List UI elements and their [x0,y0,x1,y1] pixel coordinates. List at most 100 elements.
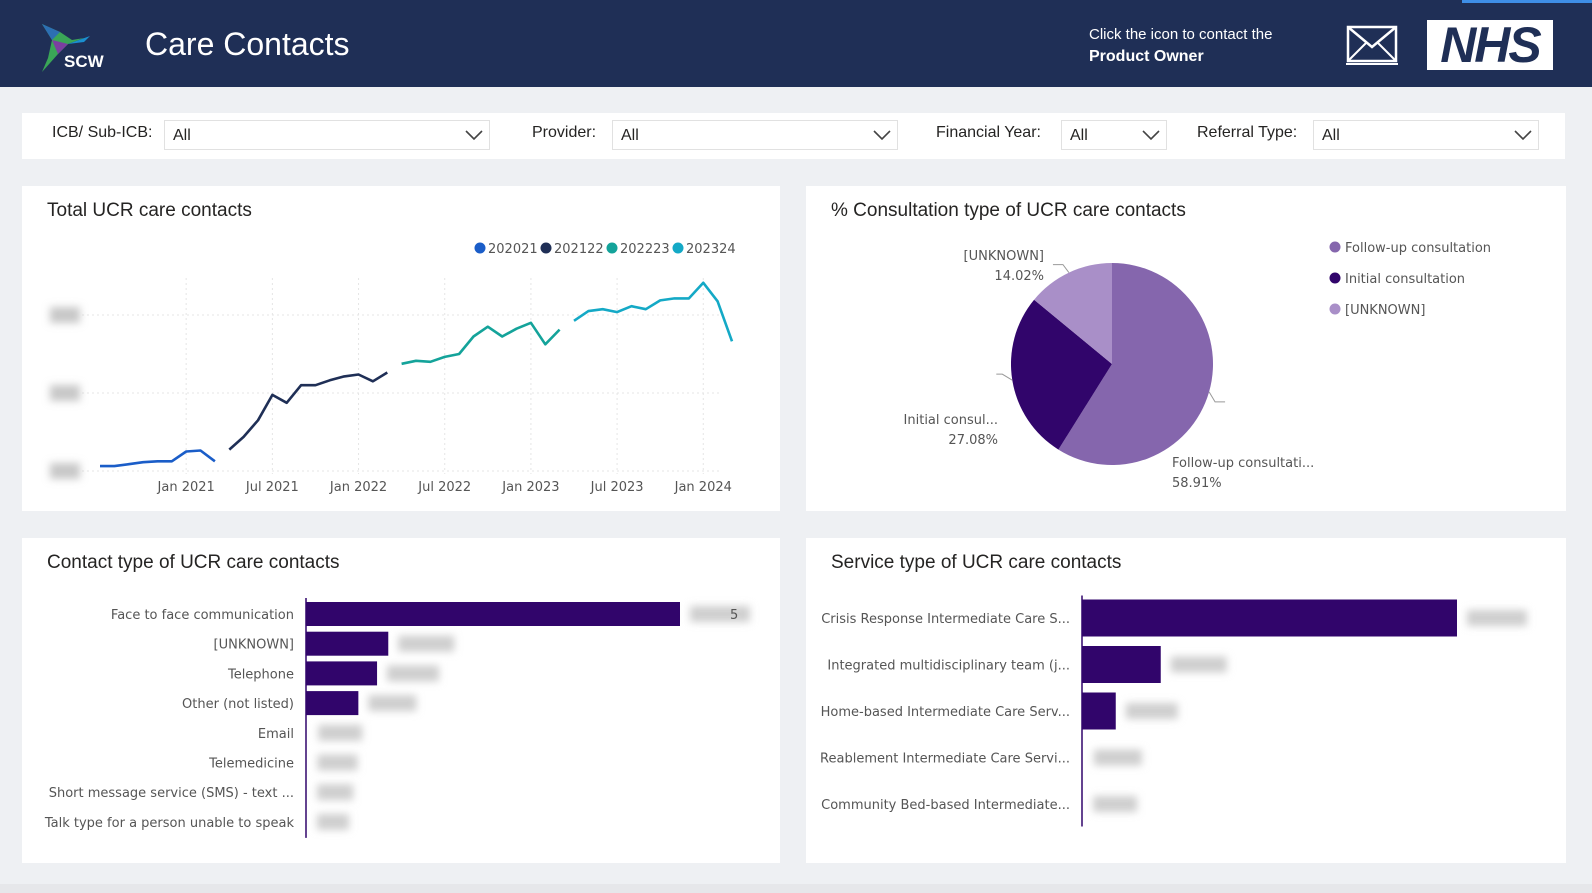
financial-year-dropdown-value: All [1070,127,1088,144]
series-line-202021 [100,449,216,468]
bar-category-label: Short message service (SMS) - text ... [49,786,294,801]
bar-category-label: Integrated multidisciplinary team (j... [827,659,1070,674]
service-type-bar-chart: Crisis Response Intermediate Care S... In… [820,595,1527,827]
x-tick-label: Jan 2024 [674,480,732,495]
x-tick-label: Jan 2021 [157,480,215,495]
series-line-202223 [401,321,561,366]
pie-value-unknown: 14.02% [994,269,1044,284]
bar-category-label: Telephone [227,667,294,682]
legend-marker-202122 [540,242,552,254]
bar [306,691,359,716]
line-chart: Jan 2021 Jul 2021 Jan 2022 Jul 2022 Jan 2023… [50,242,736,495]
pie-value-initial: 27.08% [948,433,998,448]
y-tick-label-obscured [50,463,80,479]
bar-value-label-obscured [318,724,363,741]
bar-value-label-obscured [690,606,750,622]
bar [1082,692,1116,730]
bar-value-label-obscured [1467,610,1527,626]
bar [306,602,680,626]
legend-marker-unknown [1329,303,1341,315]
legend-marker-202223 [606,242,618,254]
referral-type-dropdown-value: All [1322,127,1340,144]
legend-label-202122: 202122 [554,242,604,257]
bar [1082,646,1161,683]
chevron-down-icon [1142,130,1160,141]
pie-label-follow-up: Follow-up consultati... [1172,456,1314,471]
bar-value-label-obscured [387,665,440,682]
consultation-type-panel: % Consultation type of UCR care contacts… [806,186,1566,511]
legend-label-initial: Initial consultation [1345,272,1465,287]
contact-text: Click the icon to contact the Product Ow… [1089,24,1272,68]
financial-year-dropdown[interactable]: All [1061,120,1167,150]
legend-marker-202021 [474,242,486,254]
legend-marker-initial [1329,272,1341,284]
logo-text: SCW [64,52,104,71]
legend-label-follow-up: Follow-up consultation [1345,241,1491,256]
chevron-down-icon [873,130,891,141]
pie-leader-line [996,373,1013,381]
x-tick-label: Jul 2021 [245,480,299,495]
bar-category-label: Email [258,727,294,742]
bar-category-label: Community Bed-based Intermediate... [821,798,1070,813]
bar-value-label-obscured [1125,703,1178,719]
contact-type-panel: Contact type of UCR care contacts Face t… [22,538,780,863]
y-tick-label-obscured [50,385,80,401]
x-tick-label: Jan 2023 [501,480,559,495]
legend-marker-202324 [672,242,684,254]
bar-value-label-obscured [317,784,354,801]
pie-leader-line [1052,264,1070,273]
bar [306,631,389,656]
series-line-202122 [228,371,388,451]
chevron-down-icon [1514,130,1532,141]
bar-value-label-obscured [317,754,358,771]
total-contacts-panel: Total UCR care contacts Jan 2021 Jul 2021… [22,186,780,511]
bar-value-label-obscured [398,635,455,652]
header-accent [1462,0,1592,3]
provider-dropdown-value: All [621,127,639,144]
pie-value-follow-up: 58.91% [1172,476,1222,491]
pie-chart: Follow-up consultati... 58.91% Initial con… [904,241,1492,491]
x-tick-label: Jul 2023 [590,480,644,495]
pie-leader-line [1208,391,1226,403]
legend-label-unknown: [UNKNOWN] [1345,303,1425,318]
nhs-logo: NHS [1427,20,1553,70]
icb-dropdown[interactable]: All [164,120,490,150]
mail-icon[interactable] [1346,25,1398,65]
bar-category-label: [UNKNOWN] [214,638,294,653]
bar-value-label-obscured [1093,796,1138,812]
contact-line-1: Click the icon to contact the [1089,26,1273,43]
page-title: Care Contacts [145,26,350,62]
legend-label-202223: 202223 [620,242,670,257]
legend-marker-follow-up [1329,241,1341,253]
x-tick-label: Jul 2022 [417,480,471,495]
bar-value-label-obscured [1093,749,1142,766]
contact-line-2: Product Owner [1089,48,1204,65]
legend-label-202021: 202021 [488,242,538,257]
chevron-down-icon [465,130,483,141]
bar-category-label: Face to face communication [111,608,294,623]
provider-dropdown[interactable]: All [612,120,898,150]
referral-type-dropdown[interactable]: All [1313,120,1539,150]
header-bar: SCW Care Contacts Click the icon to cont… [0,0,1592,87]
bar-category-label: Reablement Intermediate Care Servi... [820,752,1070,767]
bar-value-label-obscured [1170,656,1227,673]
filter-label-provider: Provider: [532,124,597,141]
bar-category-label: Talk type for a person unable to speak [44,816,295,831]
series-line-202324 [573,281,734,342]
bar-category-label: Crisis Response Intermediate Care S... [821,612,1070,627]
contact-type-bar-chart: Face to face communication [UNKNOWN] Telep… [44,598,750,838]
bar-value-label-fragment: 5 [730,608,738,623]
pie-label-unknown: [UNKNOWN] [964,249,1044,264]
bar-category-label: Home-based Intermediate Care Serv... [821,705,1070,720]
icb-dropdown-value: All [173,127,191,144]
bar-value-label-obscured [317,813,349,830]
service-type-panel: Service type of UCR care contacts Crisis… [806,538,1566,863]
filter-bar: ICB/ Sub-ICB: All Provider: All Financia… [22,113,1565,159]
filter-label-icb: ICB/ Sub-ICB: [52,124,153,141]
bar [1082,599,1457,637]
bar [306,661,378,686]
filter-label-referral-type: Referral Type: [1197,124,1298,141]
x-tick-label: Jan 2022 [329,480,387,495]
y-tick-label-obscured [50,307,80,323]
bar-category-label: Telemedicine [208,757,294,772]
